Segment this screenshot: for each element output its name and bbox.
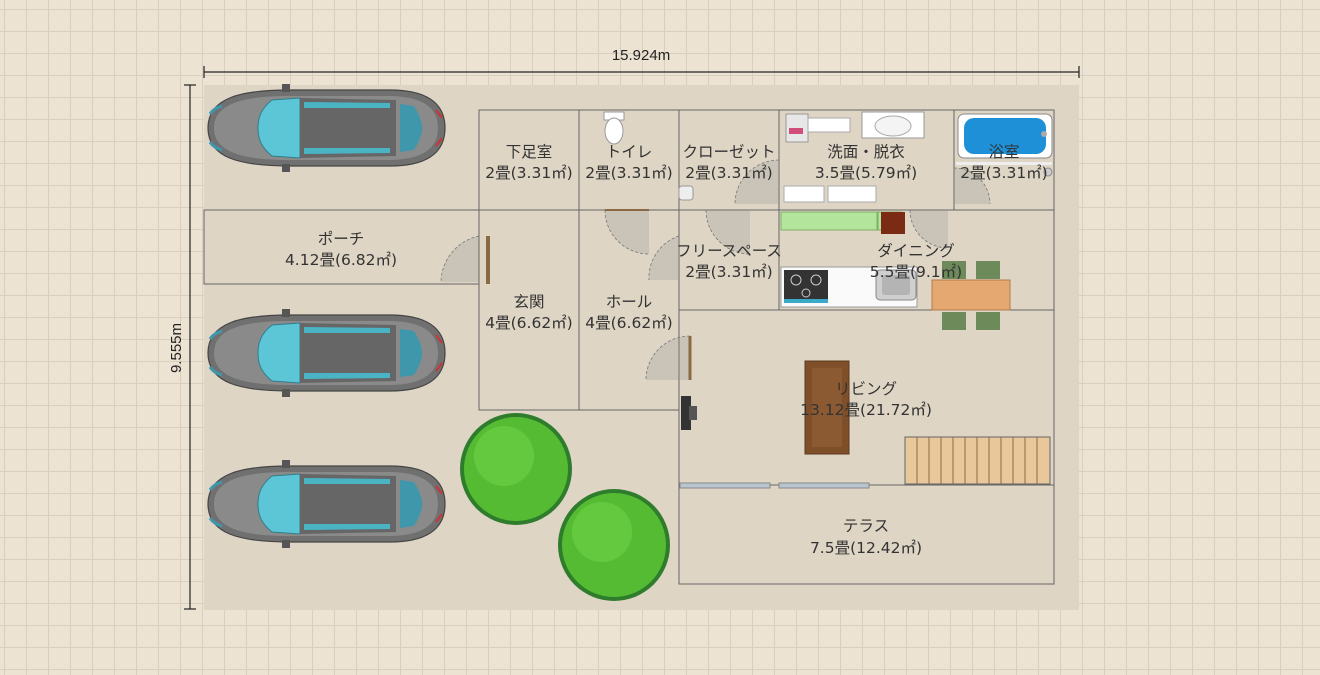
room-size: 4.12畳(6.82㎡) <box>285 251 397 269</box>
room-name: 下足室 <box>506 143 553 161</box>
height-dimension-label: 9.555m <box>168 323 185 373</box>
width-dimension: 15.924m <box>203 47 1080 78</box>
room-size: 4畳(6.62㎡) <box>585 314 672 332</box>
room-name: 玄関 <box>513 293 544 311</box>
chair-icon <box>942 312 966 330</box>
room-size: 2畳(3.31㎡) <box>585 164 672 182</box>
sliding-window <box>778 482 870 489</box>
toilet-icon <box>603 111 625 145</box>
floor-plan: 15.924m 9.555m 下足室 2畳(3.31㎡) トイレ 2畳(3.31… <box>168 47 1080 610</box>
room-size: 2畳(3.31㎡) <box>485 164 572 182</box>
towel-icon <box>789 128 803 134</box>
room-size: 3.5畳(5.79㎡) <box>815 164 917 182</box>
car-icon <box>206 458 447 550</box>
room-name: フリースペース <box>676 242 782 260</box>
room-size: 13.12畳(21.72㎡) <box>800 401 932 419</box>
room-name: 浴室 <box>988 143 1019 161</box>
sliding-window <box>679 482 771 489</box>
car-icon <box>206 82 447 174</box>
room-size: 5.5畳(9.1㎡) <box>870 263 962 281</box>
room-name: ダイニング <box>877 242 955 260</box>
kitchen-cabinet <box>780 211 878 231</box>
tree-icon <box>460 413 572 525</box>
stove-icon <box>784 270 828 303</box>
chair-icon <box>881 212 905 234</box>
paper-holder-icon <box>678 185 694 201</box>
chair-icon <box>976 312 1000 330</box>
room-name: ホール <box>606 293 653 311</box>
bench-icon <box>827 185 877 203</box>
bench-icon <box>783 185 825 203</box>
room-size: 2畳(3.31㎡) <box>960 164 1047 182</box>
chair-icon <box>976 261 1000 279</box>
room-size: 4畳(6.62㎡) <box>485 314 572 332</box>
room-name: クローゼット <box>682 143 775 161</box>
room-size: 2畳(3.31㎡) <box>685 263 772 281</box>
car-icon <box>206 307 447 399</box>
room-name: トイレ <box>606 143 653 161</box>
room-name: ポーチ <box>318 230 365 248</box>
washbasin-icon <box>861 111 925 139</box>
shelf-icon <box>807 117 851 133</box>
width-dimension-label: 15.924m <box>612 47 670 64</box>
height-dimension: 9.555m <box>168 84 196 610</box>
room-name: 洗面・脱衣 <box>827 143 905 161</box>
room-size: 2畳(3.31㎡) <box>685 164 772 182</box>
room-name: リビング <box>835 380 897 398</box>
tree-icon <box>558 489 670 601</box>
dining-table <box>931 279 1011 311</box>
stairs-icon <box>904 436 1051 485</box>
room-size: 7.5畳(12.42㎡) <box>810 539 922 557</box>
room-name: テラス <box>843 517 889 535</box>
